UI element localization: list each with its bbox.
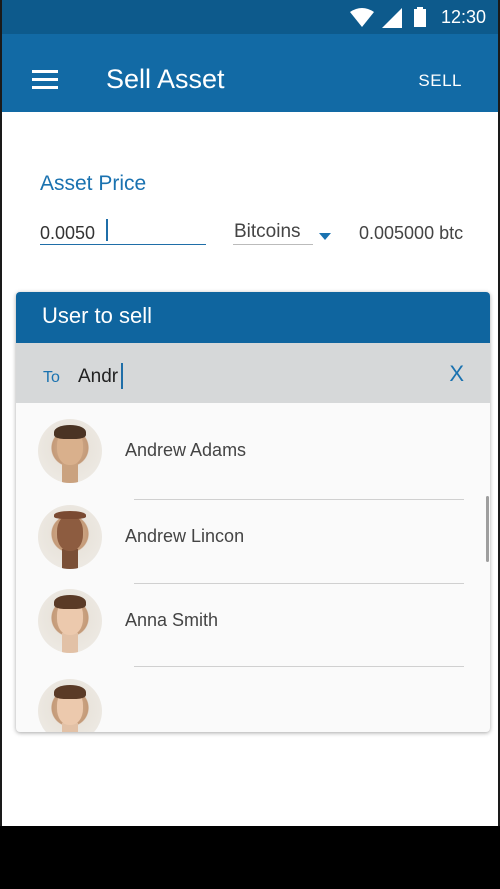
currency-value: Bitcoins xyxy=(234,221,301,242)
page-title: Sell Asset xyxy=(106,64,225,94)
user-list: Andrew Adams Andrew Lincon Anna Smith xyxy=(16,403,490,732)
scrollbar[interactable] xyxy=(486,496,489,562)
dropdown-arrow-icon[interactable] xyxy=(319,233,331,240)
card-header: User to sell xyxy=(16,292,490,343)
asset-price-label: Asset Price xyxy=(40,172,147,195)
avatar xyxy=(38,505,102,569)
avatar xyxy=(38,589,102,653)
app-screen: 12:30 Sell Asset SELL Asset Price 0.0050… xyxy=(0,0,500,826)
app-bar: Sell Asset SELL xyxy=(2,34,498,112)
text-cursor xyxy=(106,219,108,241)
asset-price-value: 0.0050 xyxy=(40,223,96,243)
to-label: To xyxy=(43,369,60,386)
list-item[interactable]: Anna Smith xyxy=(16,573,490,657)
avatar xyxy=(38,419,102,483)
list-item[interactable]: Andrew Lincon xyxy=(16,489,490,573)
avatar xyxy=(38,679,102,732)
currency-select[interactable]: Bitcoins xyxy=(233,218,313,245)
recipient-search-row[interactable]: To Andr X xyxy=(16,343,490,403)
sell-button[interactable]: SELL xyxy=(418,71,462,91)
navigation-bar xyxy=(0,826,500,889)
recipient-search-input[interactable]: Andr xyxy=(78,366,118,388)
clear-search-button[interactable]: X xyxy=(449,361,464,387)
menu-icon[interactable] xyxy=(32,70,58,90)
list-item[interactable]: Andrew Adams xyxy=(16,403,490,487)
user-name: Andrew Lincon xyxy=(125,526,245,546)
battery-icon xyxy=(414,7,426,27)
text-cursor xyxy=(121,363,123,389)
user-to-sell-card: User to sell To Andr X Andrew Adams Andr… xyxy=(16,292,490,732)
asset-price-input[interactable]: 0.0050 xyxy=(40,218,206,245)
card-title: User to sell xyxy=(42,303,153,328)
list-item[interactable] xyxy=(16,659,490,732)
user-name: Anna Smith xyxy=(125,610,219,630)
signal-icon xyxy=(382,8,402,28)
status-bar: 12:30 xyxy=(2,0,498,34)
user-name: Andrew Adams xyxy=(125,440,247,460)
wifi-icon xyxy=(350,8,374,27)
converted-amount: 0.005000 btc xyxy=(359,223,464,243)
status-time: 12:30 xyxy=(440,7,486,27)
